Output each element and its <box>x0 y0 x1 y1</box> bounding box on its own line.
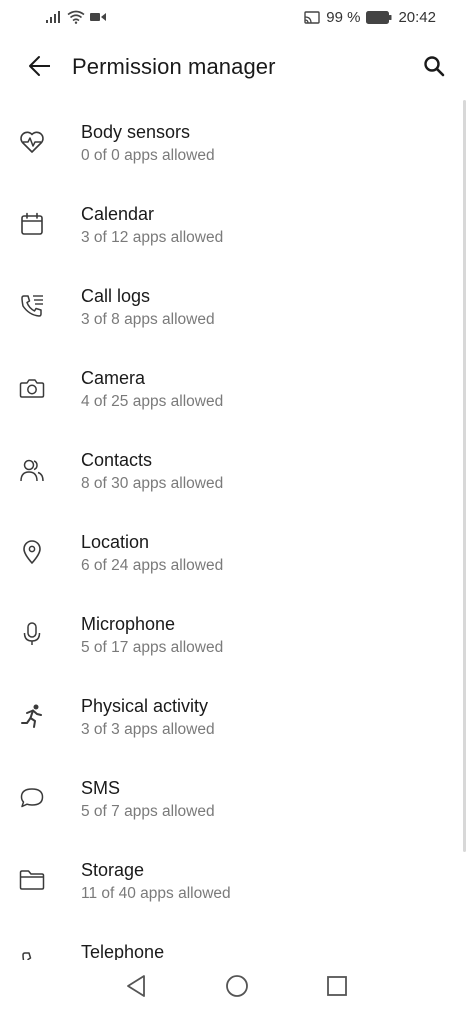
battery-percent: 99 % <box>326 9 361 26</box>
status-left <box>46 10 106 24</box>
back-arrow-icon <box>28 55 52 82</box>
wifi-icon <box>67 10 85 24</box>
list-item-sms[interactable]: SMS 5 of 7 apps allowed <box>0 756 474 838</box>
list-item-physical-activity[interactable]: Physical activity 3 of 3 apps allowed <box>0 674 474 756</box>
search-icon <box>423 55 445 82</box>
item-label: Call logs <box>81 286 151 306</box>
list-item-telephone[interactable]: Telephone <box>0 920 474 960</box>
item-label: Storage <box>81 860 145 880</box>
item-label: Contacts <box>81 450 153 470</box>
item-label: Calendar <box>81 204 155 224</box>
item-subtitle: 3 of 12 apps allowed <box>81 229 224 246</box>
folder-icon <box>16 864 48 896</box>
item-subtitle: 6 of 24 apps allowed <box>81 557 224 574</box>
list-item-storage[interactable]: Storage 11 of 40 apps allowed <box>0 838 474 920</box>
nav-back-button[interactable] <box>112 968 160 1008</box>
item-label: Body sensors <box>81 122 191 142</box>
list-item-call-logs[interactable]: Call logs 3 of 8 apps allowed <box>0 264 474 346</box>
item-label: SMS <box>81 778 121 798</box>
clock: 20:42 <box>398 9 436 26</box>
contacts-icon <box>16 454 48 486</box>
chat-bubble-icon <box>16 782 48 814</box>
nav-home-button[interactable] <box>213 968 261 1008</box>
item-subtitle: 4 of 25 apps allowed <box>81 393 224 410</box>
item-label: Location <box>81 532 150 552</box>
item-subtitle: 3 of 8 apps allowed <box>81 311 215 328</box>
video-icon <box>90 11 106 23</box>
status-bar: 99 % 20:42 <box>0 0 474 36</box>
item-subtitle: 11 of 40 apps allowed <box>81 885 231 902</box>
running-person-icon <box>16 700 48 732</box>
app-bar: Permission manager <box>0 36 474 100</box>
item-subtitle: 3 of 3 apps allowed <box>81 721 215 738</box>
back-triangle-icon <box>125 974 147 1003</box>
phone-icon <box>16 946 48 960</box>
item-label: Camera <box>81 368 146 388</box>
list-item-contacts[interactable]: Contacts 8 of 30 apps allowed <box>0 428 474 510</box>
recents-square-icon <box>326 975 348 1002</box>
search-button[interactable] <box>414 50 454 86</box>
call-log-icon <box>16 290 48 322</box>
list-item-camera[interactable]: Camera 4 of 25 apps allowed <box>0 346 474 428</box>
calendar-icon <box>16 208 48 240</box>
cast-icon <box>304 10 320 25</box>
list-item-calendar[interactable]: Calendar 3 of 12 apps allowed <box>0 182 474 264</box>
item-subtitle: 5 of 17 apps allowed <box>81 639 224 656</box>
battery-icon <box>366 11 392 24</box>
navigation-bar <box>0 960 474 1014</box>
item-subtitle: 5 of 7 apps allowed <box>81 803 215 820</box>
item-subtitle: 8 of 30 apps allowed <box>81 475 224 492</box>
list-item-microphone[interactable]: Microphone 5 of 17 apps allowed <box>0 592 474 674</box>
item-label: Microphone <box>81 614 176 634</box>
camera-icon <box>16 372 48 404</box>
item-label: Physical activity <box>81 696 209 716</box>
item-subtitle: 0 of 0 apps allowed <box>81 147 215 164</box>
scrollbar[interactable] <box>463 100 466 852</box>
location-pin-icon <box>16 536 48 568</box>
home-circle-icon <box>225 974 249 1003</box>
list-item-body-sensors[interactable]: Body sensors 0 of 0 apps allowed <box>0 100 474 182</box>
permission-list[interactable]: Body sensors 0 of 0 apps allowed Calenda… <box>0 100 474 960</box>
heart-pulse-icon <box>16 126 48 158</box>
signal-icon <box>46 11 62 23</box>
status-right: 99 % 20:42 <box>304 9 436 26</box>
list-item-location[interactable]: Location 6 of 24 apps allowed <box>0 510 474 592</box>
page-title: Permission manager <box>72 54 276 79</box>
microphone-icon <box>16 618 48 650</box>
nav-recents-button[interactable] <box>313 968 361 1008</box>
back-button[interactable] <box>18 50 62 86</box>
item-label: Telephone <box>81 942 165 960</box>
